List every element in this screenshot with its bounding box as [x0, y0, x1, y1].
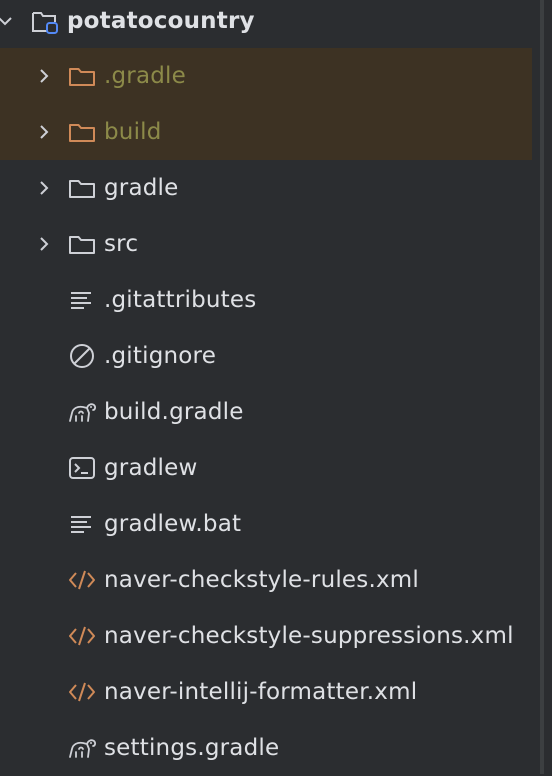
tree-row[interactable]: naver-checkstyle-suppressions.xml [0, 608, 532, 664]
project-name: potatocountry [67, 8, 255, 34]
tree-row-label: .gradle [104, 63, 187, 89]
tree-row[interactable]: build.gradle [0, 384, 532, 440]
tree-row-label: build.gradle [104, 399, 244, 425]
folder-icon [67, 229, 97, 259]
tree-row[interactable]: gradle [0, 160, 532, 216]
tree-row[interactable]: src [0, 216, 532, 272]
terminal-script-icon [67, 453, 97, 483]
chevron-right-icon[interactable] [33, 65, 55, 87]
gradle-elephant-icon [67, 397, 97, 427]
tree-row[interactable]: naver-checkstyle-rules.xml [0, 552, 532, 608]
gradle-elephant-icon [67, 733, 97, 763]
folder-icon [67, 61, 97, 91]
chevron-down-icon[interactable] [0, 10, 16, 32]
tree-row-label: .gitignore [104, 343, 217, 369]
chevron-right-icon[interactable] [33, 177, 55, 199]
tree-row-label: src [104, 231, 139, 257]
xml-file-icon [67, 677, 97, 707]
tree-row-label: gradlew [104, 455, 198, 481]
chevron-right-icon[interactable] [33, 233, 55, 255]
tree-row-label: gradle [104, 175, 179, 201]
xml-file-icon [67, 621, 97, 651]
tree-row-label: naver-checkstyle-suppressions.xml [104, 623, 514, 649]
tree-row-label: settings.gradle [104, 735, 280, 761]
text-file-icon [67, 509, 97, 539]
tree-row[interactable]: gradlew.bat [0, 496, 532, 552]
tree-row-label: build [104, 119, 162, 145]
folder-icon [67, 117, 97, 147]
tree-row-project-root[interactable]: potatocountry [0, 0, 532, 49]
tree-row[interactable]: .gitattributes [0, 272, 532, 328]
chevron-right-icon[interactable] [33, 121, 55, 143]
ignore-file-icon [67, 341, 97, 371]
text-file-icon [67, 285, 97, 315]
scrollbar-track-strip [540, 0, 544, 774]
scrollbar[interactable] [532, 0, 552, 774]
tree-row-label: naver-checkstyle-rules.xml [104, 567, 419, 593]
tree-row[interactable]: .gradle [0, 48, 532, 104]
tree-row[interactable]: gradlew [0, 440, 532, 496]
xml-file-icon [67, 565, 97, 595]
project-tree: potatocountry .gradle build gradle src .gita… [0, 0, 532, 774]
tree-row[interactable]: .gitignore [0, 328, 532, 384]
project-folder-icon [30, 6, 60, 36]
tree-row[interactable]: naver-intellij-formatter.xml [0, 664, 532, 720]
tree-row[interactable]: build [0, 104, 532, 160]
tree-row-label: gradlew.bat [104, 511, 242, 537]
tree-row-label: naver-intellij-formatter.xml [104, 679, 418, 705]
tree-row-label: .gitattributes [104, 287, 257, 313]
tree-row[interactable]: settings.gradle [0, 720, 532, 776]
folder-icon [67, 173, 97, 203]
